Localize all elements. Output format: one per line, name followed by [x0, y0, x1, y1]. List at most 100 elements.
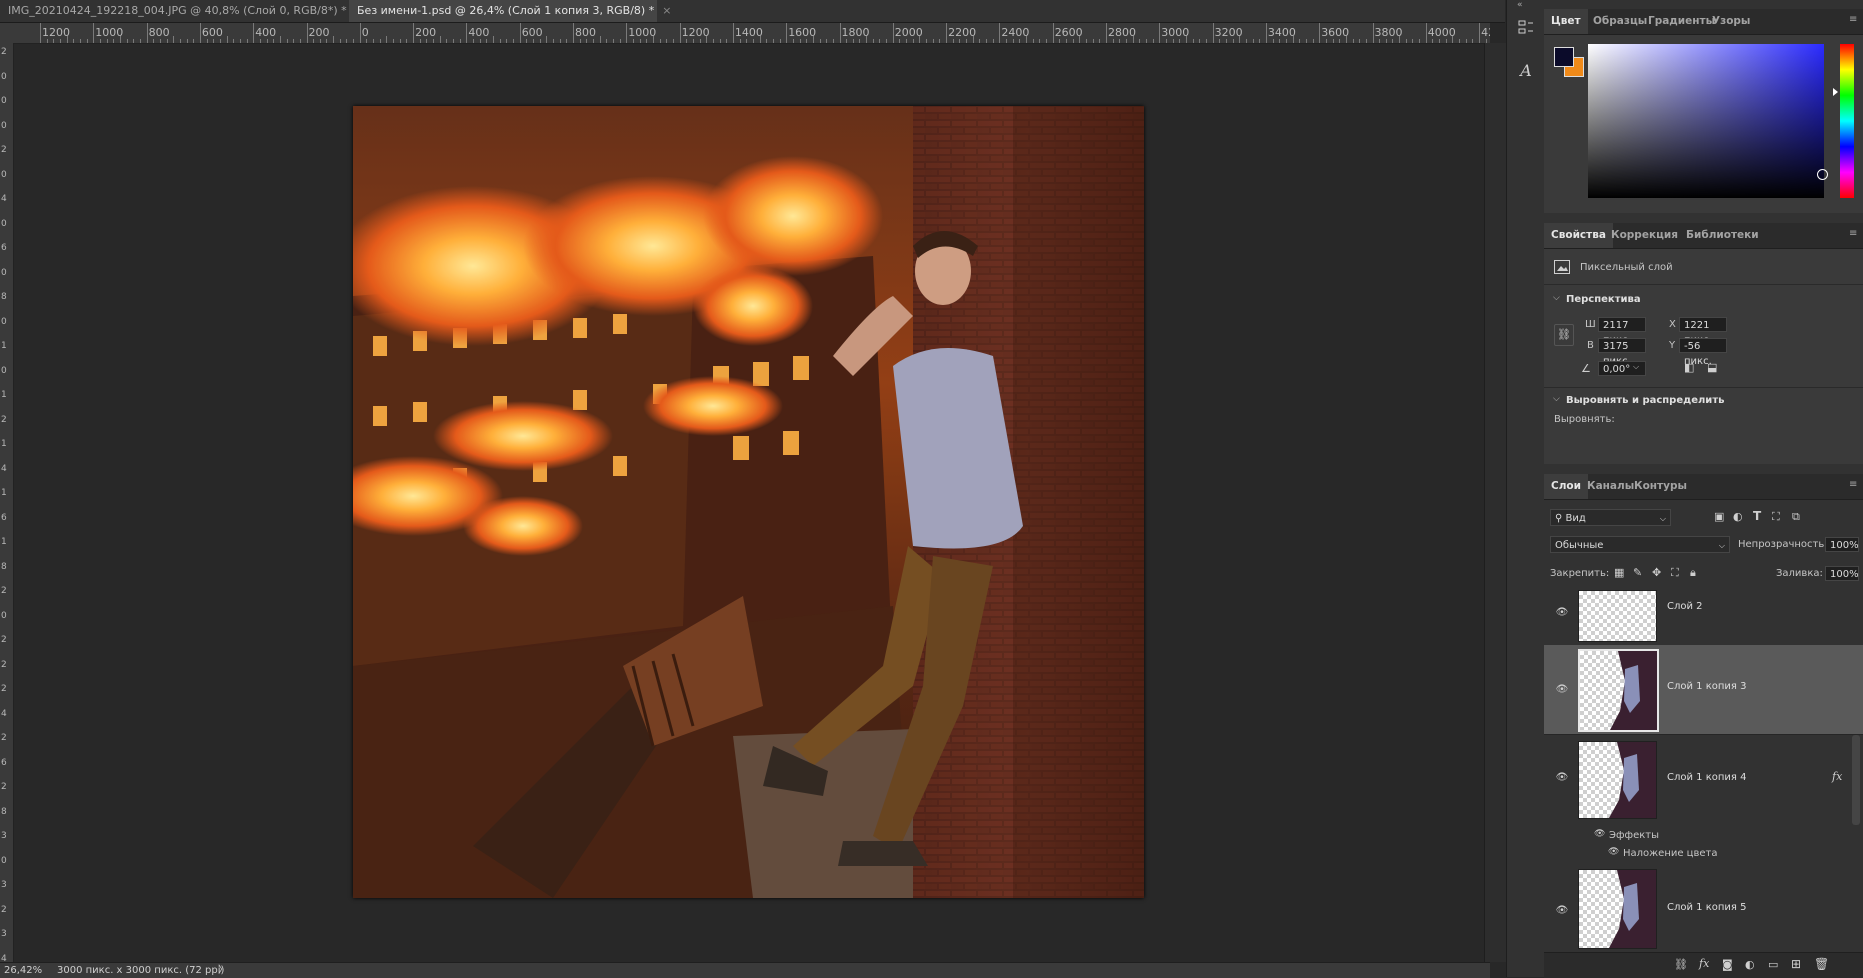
transform-section-title[interactable]: Перспектива — [1566, 294, 1641, 305]
tab-color[interactable]: Цвет — [1544, 9, 1588, 34]
close-tab-icon[interactable]: × — [662, 4, 671, 17]
fill-field[interactable]: 100% — [1825, 566, 1859, 581]
add-mask-icon[interactable]: ◙ — [1722, 958, 1733, 971]
ruler-minor-tick — [386, 36, 388, 43]
properties-toolbar-icon[interactable] — [1515, 18, 1537, 40]
add-layer-style-fx-icon[interactable]: fx — [1699, 957, 1709, 970]
filter-smart-object-icon[interactable]: ⧉ — [1792, 510, 1800, 524]
visibility-eye-icon[interactable]: 👁︎ — [1555, 684, 1569, 695]
link-layers-icon[interactable]: ⛓ — [1674, 958, 1688, 971]
tab-adjustments[interactable]: Коррекция — [1604, 223, 1685, 248]
layer-name[interactable]: Слой 1 копия 5 — [1667, 902, 1746, 913]
layer-name[interactable]: Слой 2 — [1667, 601, 1703, 612]
right-panels: Цвет Образцы Градиенты Узоры ≡ Свойства … — [1544, 0, 1863, 978]
filter-type-icon[interactable]: T — [1753, 509, 1761, 523]
ruler-tick-label: 0 — [1, 71, 7, 82]
document-tab-psd[interactable]: Без имени-1.psd @ 26,4% (Слой 1 копия 3,… — [349, 0, 671, 22]
ruler-minor-tick — [1312, 39, 1314, 43]
canvas-vertical-scrollbar[interactable] — [1484, 43, 1507, 962]
layer-row[interactable]: 👁︎ Слой 2 — [1544, 585, 1863, 646]
ruler-minor-tick — [166, 39, 168, 43]
ruler-minor-tick — [1145, 39, 1147, 43]
layers-panel: ⚲ Вид ⌵ ▣ ◐ T ⛶ ⧉ Обычные ⌵ Непрозрачнос… — [1544, 500, 1863, 978]
visibility-eye-icon[interactable]: 👁︎ — [1608, 847, 1619, 857]
panel-menu-icon[interactable]: ≡ — [1849, 15, 1859, 25]
layer-row[interactable]: 👁︎ Слой 1 копия 4 fx ^ 👁︎ Эффекты 👁︎ Нал… — [1544, 735, 1863, 863]
ruler-minor-tick — [1419, 39, 1421, 43]
panel-menu-icon[interactable]: ≡ — [1849, 229, 1859, 239]
new-group-folder-icon[interactable]: ▭ — [1768, 958, 1778, 971]
tab-patterns[interactable]: Узоры — [1705, 9, 1757, 34]
layer-name[interactable]: Слой 1 копия 3 — [1667, 681, 1746, 692]
blend-mode-select[interactable]: Обычные ⌵ — [1550, 536, 1730, 553]
ruler-minor-tick — [966, 39, 968, 43]
lock-transparent-icon[interactable]: ▦ — [1614, 566, 1624, 579]
hue-slider[interactable] — [1840, 44, 1854, 198]
tab-properties[interactable]: Свойства — [1544, 223, 1613, 248]
lock-all-icon[interactable]: 🔒︎ — [1690, 566, 1696, 580]
horizontal-ruler[interactable]: 1200 1000 800 600 400 200 0 200 400 600 800 1000 120… — [0, 23, 1490, 44]
tab-paths[interactable]: Контуры — [1627, 474, 1694, 499]
tab-libraries[interactable]: Библиотеки — [1679, 223, 1766, 248]
zoom-level[interactable]: 26,42% — [4, 963, 42, 978]
lock-image-brush-icon[interactable]: ✎ — [1633, 566, 1642, 579]
layer-filter-select[interactable]: ⚲ Вид ⌵ — [1550, 509, 1671, 526]
ruler-minor-tick — [233, 39, 235, 43]
ruler-minor-tick — [646, 39, 648, 43]
align-section-title[interactable]: Выровнять и распределить — [1566, 395, 1724, 406]
foreground-color-swatch[interactable] — [1554, 47, 1574, 67]
color-field-picker[interactable] — [1588, 44, 1828, 198]
layer-row[interactable]: 👁︎ Слой 1 копия 5 — [1544, 862, 1863, 953]
pixel-layer-icon — [1554, 260, 1570, 274]
link-dimensions-icon[interactable]: ⛓ — [1554, 324, 1574, 346]
visibility-eye-icon[interactable]: 👁︎ — [1594, 829, 1605, 839]
ruler-minor-tick — [659, 39, 661, 43]
y-position-field[interactable]: -56 пикс. — [1679, 338, 1727, 367]
layers-scrollbar[interactable] — [1852, 735, 1860, 825]
flip-horizontal-icon[interactable]: ◧ — [1684, 361, 1694, 374]
color-panel-tabs: Цвет Образцы Градиенты Узоры ≡ — [1544, 9, 1863, 35]
ruler-minor-tick — [126, 39, 128, 43]
ruler-minor-tick — [1046, 39, 1048, 43]
ruler-minor-tick — [759, 36, 761, 43]
layer-name[interactable]: Слой 1 копия 4 — [1667, 772, 1746, 783]
visibility-eye-icon[interactable]: 👁︎ — [1555, 905, 1569, 916]
hue-slider-handle[interactable] — [1833, 88, 1838, 96]
x-position-field[interactable]: 1221 пикс — [1679, 317, 1727, 346]
filter-shape-icon[interactable]: ⛶ — [1772, 510, 1780, 524]
document-canvas-artwork[interactable] — [353, 106, 1144, 898]
new-layer-icon[interactable]: ⊞ — [1791, 957, 1801, 971]
status-menu-arrow[interactable]: 〉 — [218, 963, 228, 978]
flip-vertical-icon[interactable]: ⬓ — [1707, 361, 1717, 374]
lock-artboard-icon[interactable]: ⛶ — [1671, 566, 1679, 580]
ruler-minor-tick — [752, 39, 754, 43]
document-tab-img[interactable]: IMG_20210424_192218_004.JPG @ 40,8% (Сло… — [0, 0, 364, 22]
color-picker-cursor[interactable] — [1817, 169, 1828, 180]
delete-layer-trash-icon[interactable]: 🗑︎ — [1814, 957, 1829, 971]
filter-pixel-icon[interactable]: ▣ — [1714, 510, 1724, 523]
ruler-tick — [359, 23, 361, 43]
ruler-minor-tick — [273, 39, 275, 43]
lock-position-move-icon[interactable]: ✥ — [1652, 566, 1661, 579]
layer-row-selected[interactable]: 👁︎ Слой 1 копия 3 — [1544, 645, 1863, 735]
opacity-field[interactable]: 100% — [1825, 537, 1859, 552]
ruler-minor-tick — [779, 39, 781, 43]
visibility-eye-icon[interactable]: 👁︎ — [1555, 772, 1569, 783]
chevron-down-icon[interactable]: ⌵ — [1553, 293, 1560, 303]
vertical-ruler[interactable]: 20002040608010121416182022242628303234 — [0, 43, 14, 963]
effect-color-overlay[interactable]: Наложение цвета — [1623, 848, 1718, 859]
ruler-minor-tick — [159, 39, 161, 43]
angle-dropdown-icon[interactable]: ⌵ — [1633, 362, 1639, 372]
ruler-minor-tick — [1385, 39, 1387, 43]
ruler-tick-label: 1 — [1, 537, 7, 547]
panel-menu-icon[interactable]: ≡ — [1849, 480, 1859, 490]
character-panel-icon[interactable]: A — [1515, 60, 1537, 82]
width-field[interactable]: 2117 пикс — [1598, 317, 1646, 346]
visibility-eye-icon[interactable]: 👁︎ — [1555, 607, 1569, 618]
new-adjustment-layer-icon[interactable]: ◐ — [1745, 958, 1755, 971]
chevron-down-icon[interactable]: ⌵ — [1553, 394, 1560, 404]
layer-effects-fx-icon[interactable]: fx — [1832, 770, 1842, 783]
height-field[interactable]: 3175 пикс — [1598, 338, 1646, 367]
filter-adjustment-icon[interactable]: ◐ — [1733, 510, 1743, 523]
collapse-panels-icon[interactable]: « — [1517, 1, 1535, 10]
